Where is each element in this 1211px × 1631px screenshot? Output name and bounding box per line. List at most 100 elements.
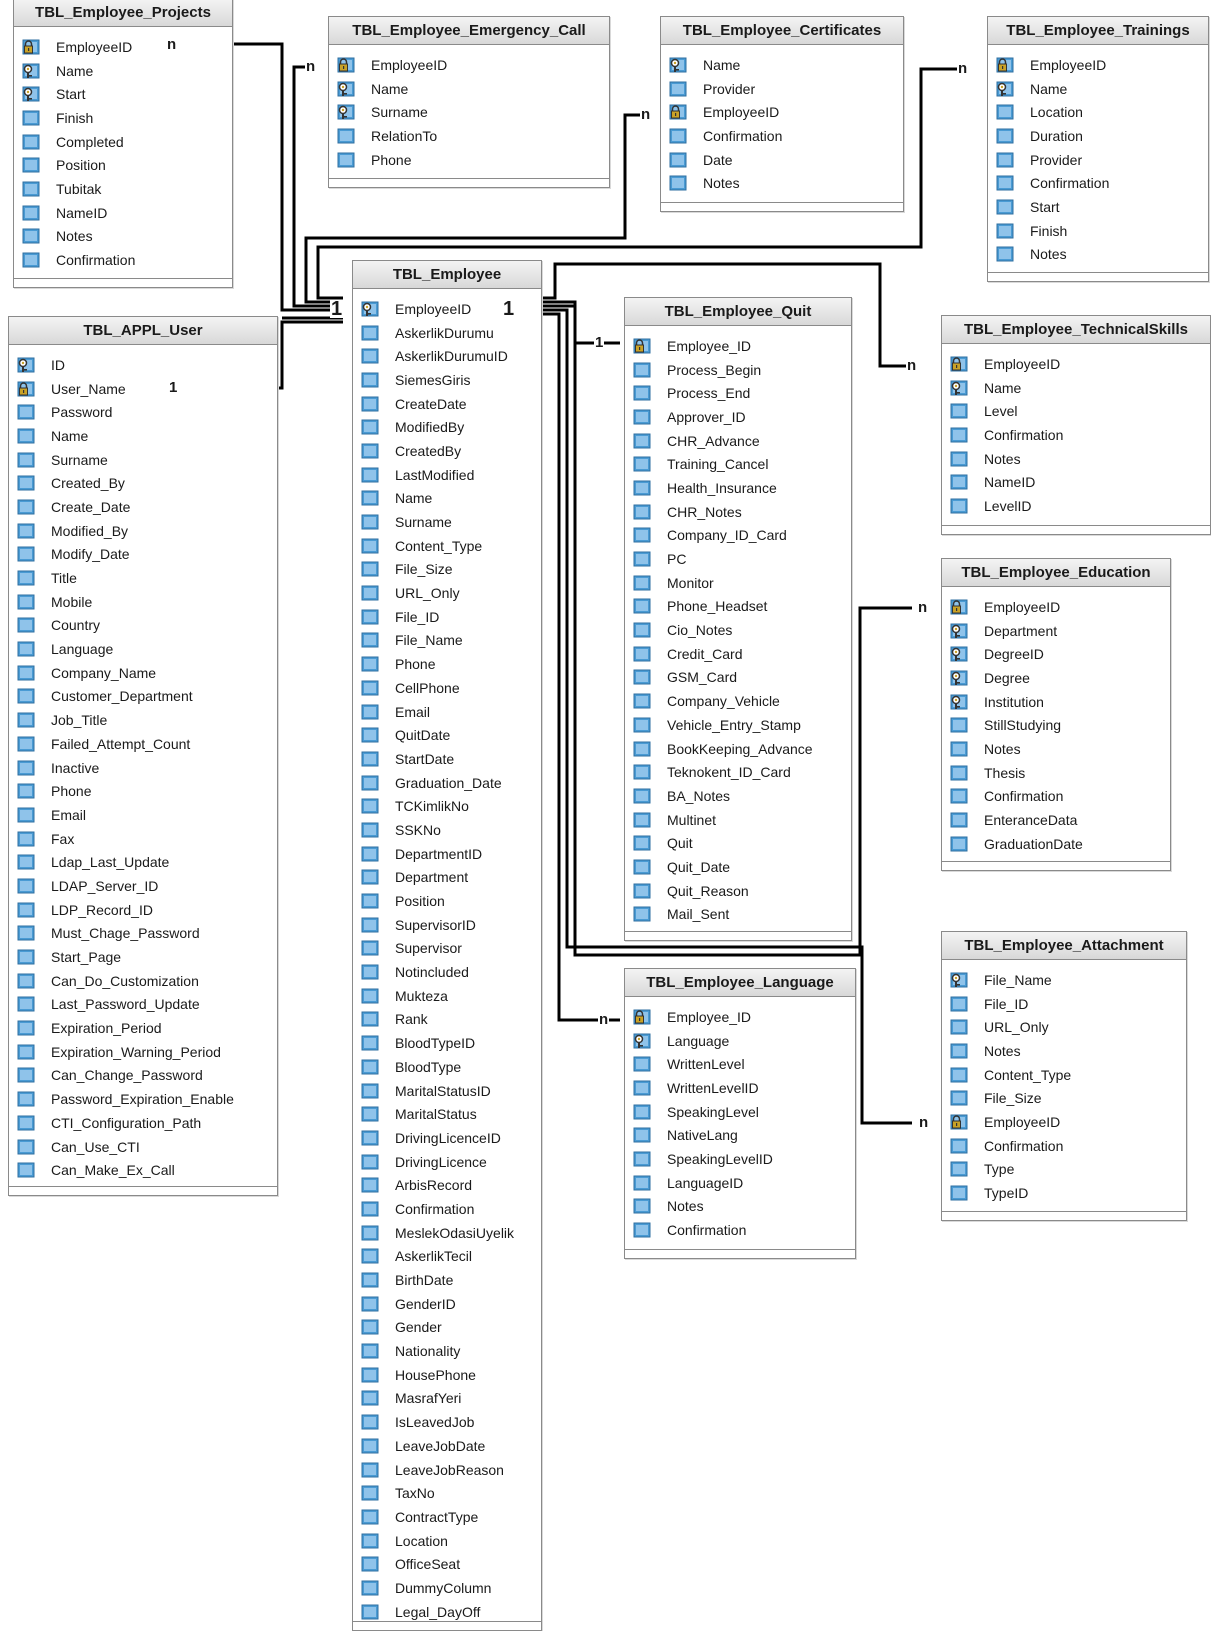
table-title[interactable]: TBL_Employee_Emergency_Call: [329, 17, 609, 45]
field-row[interactable]: Quit: [625, 831, 851, 855]
field-row[interactable]: Fax: [9, 827, 277, 851]
field-row[interactable]: StillStudying: [942, 713, 1170, 737]
field-row[interactable]: Name: [9, 424, 277, 448]
field-row[interactable]: WrittenLevelID: [625, 1076, 855, 1100]
field-row[interactable]: Gender: [353, 1316, 541, 1340]
field-row[interactable]: Employee_ID: [625, 334, 851, 358]
table-emergency[interactable]: TBL_Employee_Emergency_Call EmployeeID Nam…: [328, 16, 610, 188]
field-row[interactable]: Surname: [353, 510, 541, 534]
field-row[interactable]: Company_Name: [9, 661, 277, 685]
table-title[interactable]: TBL_Employee_Language: [625, 969, 855, 997]
field-row[interactable]: Cio_Notes: [625, 618, 851, 642]
field-row[interactable]: Department: [942, 619, 1170, 643]
field-row[interactable]: Country: [9, 614, 277, 638]
field-row[interactable]: Modified_By: [9, 519, 277, 543]
field-row[interactable]: Quit_Reason: [625, 879, 851, 903]
field-row[interactable]: Name: [353, 487, 541, 511]
field-row[interactable]: Name: [329, 77, 609, 101]
field-row[interactable]: GSM_Card: [625, 666, 851, 690]
field-row[interactable]: Surname: [9, 448, 277, 472]
table-trainings[interactable]: TBL_Employee_Trainings EmployeeID Name Loca…: [987, 16, 1209, 282]
field-row[interactable]: EmployeeID: [661, 100, 903, 124]
field-row[interactable]: EmployeeID: [942, 1110, 1186, 1134]
field-row[interactable]: Create_Date: [9, 495, 277, 519]
field-row[interactable]: LDAP_Server_ID: [9, 874, 277, 898]
field-row[interactable]: Email: [9, 803, 277, 827]
field-row[interactable]: Must_Chage_Password: [9, 922, 277, 946]
field-row[interactable]: ID: [9, 353, 277, 377]
field-row[interactable]: OfficeSeat: [353, 1552, 541, 1576]
field-row[interactable]: ArbisRecord: [353, 1173, 541, 1197]
table-title[interactable]: TBL_Employee: [353, 261, 541, 289]
field-row[interactable]: File_Size: [353, 558, 541, 582]
field-row[interactable]: Ldap_Last_Update: [9, 850, 277, 874]
field-row[interactable]: TypeID: [942, 1181, 1186, 1205]
field-row[interactable]: Nationality: [353, 1339, 541, 1363]
field-row[interactable]: Notes: [625, 1195, 855, 1219]
field-row[interactable]: Confirmation: [353, 1197, 541, 1221]
field-row[interactable]: Quit_Date: [625, 855, 851, 879]
field-row[interactable]: File_Name: [942, 968, 1186, 992]
table-projects[interactable]: TBL_Employee_Projects EmployeeID Name Start…: [13, 0, 233, 288]
field-row[interactable]: Training_Cancel: [625, 452, 851, 476]
field-row[interactable]: User_Name: [9, 377, 277, 401]
field-row[interactable]: SupervisorID: [353, 913, 541, 937]
field-row[interactable]: Name: [942, 376, 1210, 400]
field-row[interactable]: File_Size: [942, 1086, 1186, 1110]
table-employee[interactable]: TBL_Employee EmployeeID AskerlikDurumu Aske…: [352, 260, 542, 1631]
table-quit[interactable]: TBL_Employee_Quit Employee_ID Process_Begi…: [624, 297, 852, 941]
field-row[interactable]: Mukteza: [353, 984, 541, 1008]
field-row[interactable]: URL_Only: [942, 1015, 1186, 1039]
field-row[interactable]: ContractType: [353, 1505, 541, 1529]
field-row[interactable]: AskerlikDurumuID: [353, 344, 541, 368]
table-attachment[interactable]: TBL_Employee_Attachment File_Name File_ID U…: [941, 931, 1187, 1221]
field-row[interactable]: CellPhone: [353, 676, 541, 700]
table-title[interactable]: TBL_APPL_User: [9, 317, 277, 345]
field-row[interactable]: PC: [625, 547, 851, 571]
field-row[interactable]: File_Name: [353, 629, 541, 653]
field-row[interactable]: LevelID: [942, 494, 1210, 518]
field-row[interactable]: GraduationDate: [942, 832, 1170, 856]
field-row[interactable]: Start: [988, 195, 1208, 219]
field-row[interactable]: Phone: [9, 779, 277, 803]
field-row[interactable]: Graduation_Date: [353, 771, 541, 795]
field-row[interactable]: Tubitak: [14, 177, 232, 201]
field-row[interactable]: Duration: [988, 124, 1208, 148]
field-row[interactable]: Notes: [988, 243, 1208, 267]
field-row[interactable]: Degree: [942, 666, 1170, 690]
field-row[interactable]: Phone: [353, 652, 541, 676]
field-row[interactable]: Health_Insurance: [625, 476, 851, 500]
field-row[interactable]: EnteranceData: [942, 808, 1170, 832]
field-row[interactable]: Confirmation: [988, 171, 1208, 195]
field-row[interactable]: HousePhone: [353, 1363, 541, 1387]
field-row[interactable]: BloodType: [353, 1055, 541, 1079]
field-row[interactable]: Company_Vehicle: [625, 689, 851, 713]
field-row[interactable]: Thesis: [942, 761, 1170, 785]
table-title[interactable]: TBL_Employee_Quit: [625, 298, 851, 326]
field-row[interactable]: LeaveJobReason: [353, 1458, 541, 1482]
table-title[interactable]: TBL_Employee_Education: [942, 559, 1170, 587]
field-row[interactable]: DummyColumn: [353, 1576, 541, 1600]
field-row[interactable]: GenderID: [353, 1292, 541, 1316]
table-appluser[interactable]: TBL_APPL_User ID User_Name Password Name Surn…: [8, 316, 278, 1196]
field-row[interactable]: MaritalStatus: [353, 1102, 541, 1126]
field-row[interactable]: TCKimlikNo: [353, 794, 541, 818]
field-row[interactable]: Notes: [14, 225, 232, 249]
field-row[interactable]: IsLeavedJob: [353, 1410, 541, 1434]
field-row[interactable]: DrivingLicenceID: [353, 1126, 541, 1150]
field-row[interactable]: Date: [661, 148, 903, 172]
field-row[interactable]: LDP_Record_ID: [9, 898, 277, 922]
field-row[interactable]: MasrafYeri: [353, 1387, 541, 1411]
field-row[interactable]: Start_Page: [9, 945, 277, 969]
field-row[interactable]: Credit_Card: [625, 642, 851, 666]
field-row[interactable]: BloodTypeID: [353, 1031, 541, 1055]
field-row[interactable]: Notincluded: [353, 960, 541, 984]
field-row[interactable]: Customer_Department: [9, 685, 277, 709]
field-row[interactable]: CreatedBy: [353, 439, 541, 463]
field-row[interactable]: Completed: [14, 130, 232, 154]
field-row[interactable]: Phone: [329, 148, 609, 172]
field-row[interactable]: Confirmation: [625, 1218, 855, 1242]
field-row[interactable]: Notes: [942, 447, 1210, 471]
field-row[interactable]: Finish: [14, 106, 232, 130]
field-row[interactable]: Company_ID_Card: [625, 524, 851, 548]
